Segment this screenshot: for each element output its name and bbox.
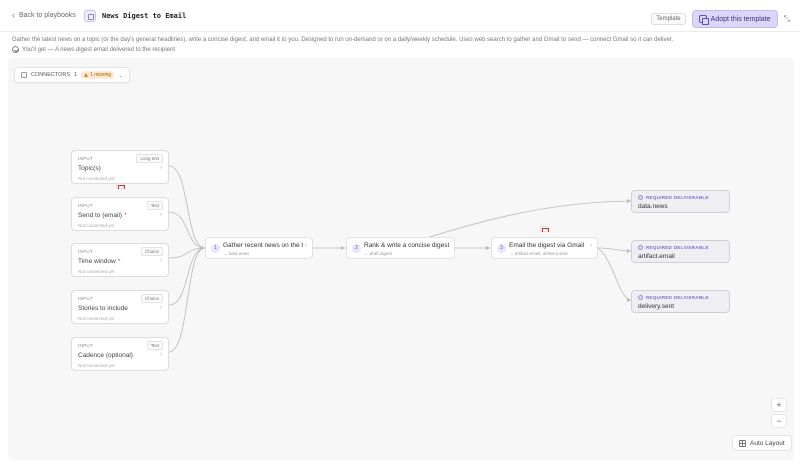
step-output: → data.news <box>223 251 250 256</box>
step-number: 2 <box>352 244 361 253</box>
step-title: Email the digest via Gmail <box>509 242 585 249</box>
deliverable-label: data.news <box>638 203 668 210</box>
input-label: Time window * <box>78 258 121 265</box>
title-area: News Digest to Email <box>84 10 186 22</box>
adopt-template-button[interactable]: Adopt this template <box>691 10 778 28</box>
step-title: Gather recent news on the t... <box>223 242 303 249</box>
input-tag: INPUT <box>78 156 93 161</box>
required-marker: * <box>117 258 121 265</box>
playbook-description: Gather the latest news on a topic (or th… <box>12 37 674 43</box>
grid-icon <box>739 439 746 447</box>
auto-layout-label: Auto Layout <box>750 439 785 447</box>
zoom-in-button[interactable]: + <box>771 398 787 412</box>
chevron-right-icon: › <box>160 352 162 358</box>
page-title: News Digest to Email <box>102 12 187 20</box>
deliverable-artifact-email[interactable]: REQUIRED DELIVERABLE artifact.email <box>631 240 730 263</box>
input-label: Cadence (optional) <box>78 352 133 359</box>
deliverable-tag: REQUIRED DELIVERABLE <box>646 295 709 300</box>
connectors-label: CONNECTORS <box>31 72 71 78</box>
header-actions: Template Adopt this template ⤡ <box>651 10 790 28</box>
chevron-left-icon: ‹ <box>12 10 15 20</box>
required-marker: * <box>124 212 127 219</box>
step-number: 3 <box>497 244 506 253</box>
deliverable-label: artifact.email <box>638 253 675 260</box>
deliverable-delivery-sent[interactable]: REQUIRED DELIVERABLE delivery.sent <box>631 290 730 313</box>
step-node-rank-write[interactable]: 2 Rank & write a concise digest → draft.… <box>346 237 455 259</box>
deliverable-tag: REQUIRED DELIVERABLE <box>646 195 709 200</box>
input-node-topics[interactable]: INPUT Long text Topic(s) › Not connected… <box>71 150 169 184</box>
input-node-cadence[interactable]: INPUT Text Cadence (optional) › Not conn… <box>71 337 169 371</box>
you-get-text: You'll get — A news digest email deliver… <box>22 46 176 53</box>
gmail-icon <box>540 226 549 232</box>
chevron-right-icon: › <box>160 165 162 171</box>
input-tag: INPUT <box>78 249 93 254</box>
input-type: Choice <box>140 247 163 256</box>
deliverable-icon <box>638 295 643 300</box>
chevron-down-icon: ⌄ <box>118 72 124 79</box>
deliverable-label: delivery.sent <box>638 303 675 310</box>
copy-icon <box>698 15 709 25</box>
input-type: Long text <box>136 154 163 163</box>
step-output: → draft.digest <box>364 251 393 256</box>
gmail-icon <box>116 183 125 189</box>
input-tag: INPUT <box>78 343 93 348</box>
input-tag: INPUT <box>78 296 93 301</box>
deliverable-icon <box>638 245 643 250</box>
step-node-gather[interactable]: 1 Gather recent news on the t... → data.… <box>205 237 313 259</box>
auto-layout-button[interactable]: Auto Layout <box>732 435 792 451</box>
input-label: Stories to include <box>78 305 128 312</box>
input-node-time-window[interactable]: INPUT Choice Time window * › Not connecte… <box>71 243 169 277</box>
input-node-stories[interactable]: INPUT Choice Stories to include › Not co… <box>71 290 169 324</box>
top-header: ‹ Back to playbooks News Digest to Email… <box>0 0 800 32</box>
input-status: Not connected yet <box>78 176 115 181</box>
chevron-right-icon: › <box>590 243 592 249</box>
step-output: → artifact.email, delivery.sent <box>509 251 568 256</box>
connectors-panel[interactable]: CONNECTORS 1 1 missing ⌄ <box>14 67 131 83</box>
back-label: Back to playbooks <box>19 12 76 19</box>
input-type: Text <box>146 201 163 210</box>
input-label: Topic(s) <box>78 165 101 172</box>
input-type: Choice <box>140 294 163 303</box>
you-get-line: You'll get — A news digest email deliver… <box>12 46 175 53</box>
adopt-label: Adopt this template <box>710 15 771 23</box>
input-status: Not connected yet <box>78 269 115 274</box>
chevron-right-icon: › <box>305 243 307 249</box>
input-label: Send to (email) * <box>78 212 127 219</box>
deliverable-icon <box>638 195 643 200</box>
input-status: Not connected yet <box>78 363 115 368</box>
chevron-right-icon: › <box>160 212 162 218</box>
deliverable-data-news[interactable]: REQUIRED DELIVERABLE data.news <box>631 190 730 213</box>
back-to-playbooks-link[interactable]: ‹ Back to playbooks <box>12 11 76 20</box>
document-icon <box>84 10 96 22</box>
chevron-right-icon: › <box>160 258 162 264</box>
zoom-out-button[interactable]: − <box>771 414 787 428</box>
step-number: 1 <box>211 244 220 253</box>
deliverable-tag: REQUIRED DELIVERABLE <box>646 245 709 250</box>
chevron-right-icon: › <box>160 305 162 311</box>
missing-badge: 1 missing <box>81 71 115 79</box>
input-status: Not connected yet <box>78 223 115 228</box>
template-badge: Template <box>651 13 686 25</box>
collapse-icon[interactable]: ⤡ <box>784 14 790 24</box>
input-tag: INPUT <box>78 203 93 208</box>
step-title: Rank & write a concise digest <box>364 242 450 249</box>
check-circle-icon <box>12 46 19 53</box>
input-status: Not connected yet <box>78 316 115 321</box>
connectors-count: 1 <box>74 72 78 78</box>
input-type: Text <box>146 341 163 350</box>
warning-icon <box>84 73 89 77</box>
missing-text: 1 missing <box>90 72 112 78</box>
input-node-send-to[interactable]: INPUT Text Send to (email) * › Not connec… <box>71 197 169 231</box>
plug-icon <box>21 72 27 78</box>
step-node-email[interactable]: 3 Email the digest via Gmail → artifact.… <box>491 237 598 259</box>
